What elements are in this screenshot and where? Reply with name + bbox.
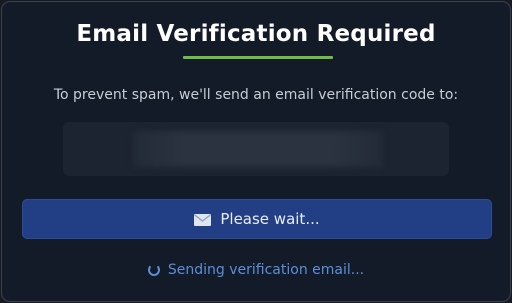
blurred-email-address (133, 131, 383, 167)
dialog-title: Email Verification Required (76, 21, 436, 47)
please-wait-label: Please wait... (220, 210, 320, 228)
title-underline (183, 56, 333, 59)
envelope-icon (194, 213, 212, 226)
spinner-icon (147, 264, 160, 276)
email-verification-dialog: Email Verification Required To prevent s… (1, 1, 511, 302)
please-wait-button[interactable]: Please wait... (22, 199, 492, 239)
dialog-subtitle: To prevent spam, we'll send an email ver… (53, 87, 459, 103)
email-address-box (63, 122, 449, 176)
sending-status: Sending verification email... (2, 262, 510, 278)
sending-status-text: Sending verification email... (167, 262, 365, 278)
